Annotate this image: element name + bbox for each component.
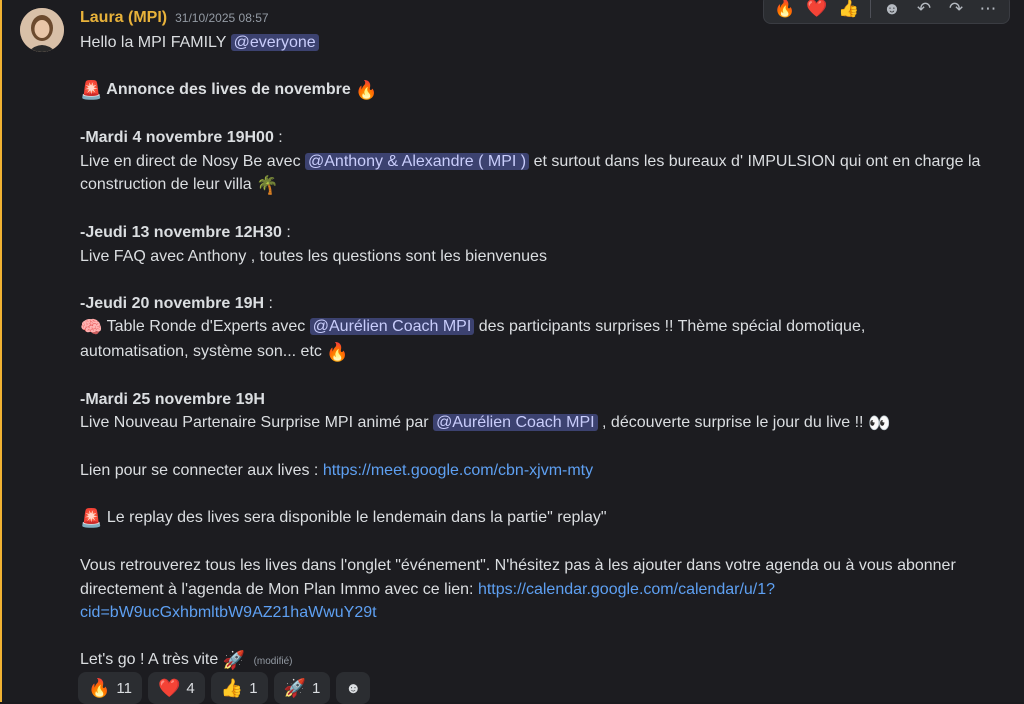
- event-2-description: Live FAQ avec Anthony , toutes les quest…: [80, 247, 547, 265]
- reaction-count: 1: [249, 679, 258, 697]
- aurelien-mention[interactable]: @Aurélien Coach MPI: [433, 414, 598, 431]
- calendar-paragraph-line3: cid=bW9ucGxhbmltbW9AZ21haWwuY29t: [80, 601, 1004, 625]
- timestamp: 31/10/2025 08:57: [175, 11, 269, 25]
- siren-icon: 🚨: [80, 508, 103, 529]
- replay-text: Le replay des lives sera disponible le l…: [102, 509, 607, 526]
- more-options-icon[interactable]: ⋯: [973, 0, 1003, 22]
- event-1-line2: construction de leur villa: [80, 176, 252, 193]
- event-1-date-line: -Mardi 4 novembre 19H00 :: [80, 126, 1004, 150]
- author-name[interactable]: Laura (MPI): [80, 9, 167, 27]
- thumbs-up-emoji-icon[interactable]: 👍: [834, 0, 864, 22]
- anthony-alexandre-mention[interactable]: @Anthony & Alexandre ( MPI ): [305, 152, 530, 170]
- siren-icon: 🚨: [80, 80, 103, 101]
- event-4-date-line: -Mardi 25 novembre 19H: [80, 388, 1004, 412]
- event-3-pre: Table Ronde d'Experts avec: [102, 318, 310, 335]
- event-3-description-line2: automatisation, système son... etc 🔥: [80, 340, 1004, 365]
- fire-icon: 🔥: [355, 80, 378, 101]
- heart-emoji-icon: ❤️: [158, 677, 181, 699]
- meet-link-label: Lien pour se connecter aux lives :: [80, 462, 323, 479]
- event-1-description-line2: construction de leur villa 🌴: [80, 173, 1004, 198]
- event-3-colon: :: [264, 294, 273, 312]
- message-actions-bar: 🔥 ❤️ 👍 ☻ ↶ ↷ ⋯: [763, 0, 1010, 24]
- calendar-paragraph-line1: Vous retrouverez tous les lives dans l'o…: [80, 557, 956, 574]
- event-4-date: -Mardi 25 novembre 19H: [80, 390, 265, 408]
- closing-text: Let's go ! A très vite: [80, 651, 219, 668]
- fire-emoji-icon: 🔥: [88, 677, 111, 699]
- rocket-emoji-icon: 🚀: [283, 677, 306, 699]
- divider: [870, 0, 871, 18]
- eyes-icon: 👀: [867, 413, 891, 434]
- announce-title: Annonce des lives de novembre: [106, 81, 351, 98]
- event-1-description: Live en direct de Nosy Be avec @Anthony …: [80, 150, 1004, 174]
- event-4-post: , découverte surprise le jour du live !!: [597, 414, 864, 431]
- thumbs-up-emoji-icon: 👍: [220, 677, 244, 699]
- avatar-image: [20, 8, 64, 52]
- calendar-link-part2[interactable]: cid=bW9ucGxhbmltbW9AZ21haWwuY29t: [80, 604, 377, 621]
- palm-tree-icon: 🌴: [256, 175, 279, 196]
- add-reaction-icon[interactable]: ☻: [877, 0, 907, 22]
- event-2-date: -Jeudi 13 novembre 12H30: [80, 224, 282, 241]
- reaction-heart[interactable]: ❤️ 4: [148, 672, 205, 704]
- event-3-date-line: -Jeudi 20 novembre 19H :: [80, 292, 1004, 316]
- event-4-pre: Live Nouveau Partenaire Surprise MPI ani…: [80, 414, 434, 431]
- replay-line: 🚨 Le replay des lives sera disponible le…: [80, 506, 1004, 531]
- forward-icon[interactable]: ↷: [941, 0, 971, 22]
- reaction-thumbs-up[interactable]: 👍 1: [210, 672, 268, 704]
- calendar-text: directement à l'agenda de Mon Plan Immo …: [80, 580, 478, 598]
- greeting-line: Hello la MPI FAMILY @everyone: [80, 31, 1004, 55]
- calendar-link-part1[interactable]: https://calendar.google.com/calendar/u/1…: [478, 581, 775, 598]
- event-1-post: et surtout dans les bureaux d' IMPULSION…: [529, 152, 981, 170]
- reaction-count: 1: [311, 679, 321, 697]
- brain-icon: 🧠: [80, 317, 103, 338]
- event-2-colon: :: [281, 224, 291, 241]
- event-3-description: 🧠 Table Ronde d'Experts avec @Aurélien C…: [80, 315, 1004, 340]
- meet-link[interactable]: https://meet.google.com/cbn-xjvm-mty: [323, 462, 593, 479]
- reply-icon[interactable]: ↶: [909, 0, 939, 22]
- event-2-date-line: -Jeudi 13 novembre 12H30 :: [80, 221, 1004, 245]
- meet-link-line: Lien pour se connecter aux lives : https…: [80, 459, 1004, 483]
- message: Laura (MPI) 31/10/2025 08:57 🔥 ❤️ 👍 ☻ ↶ …: [0, 0, 1024, 702]
- fire-emoji-icon[interactable]: 🔥: [770, 0, 800, 22]
- announce-title-line: 🚨 Annonce des lives de novembre 🔥: [80, 78, 1004, 103]
- event-1-colon: :: [273, 129, 283, 146]
- add-reaction-button[interactable]: ☻: [336, 672, 371, 704]
- heart-emoji-icon[interactable]: ❤️: [802, 0, 832, 22]
- event-3-post: des participants surprises !! Thème spéc…: [474, 318, 866, 335]
- edited-label: (modifié): [253, 656, 293, 667]
- avatar[interactable]: [20, 8, 64, 52]
- fire-icon: 🔥: [326, 341, 349, 363]
- reaction-count: 11: [116, 679, 132, 697]
- reaction-fire[interactable]: 🔥 11: [78, 672, 142, 704]
- reactions-bar: 🔥 11 ❤️ 4 👍 1 🚀 1 ☻: [78, 672, 371, 704]
- closing-line: Let's go ! A très vite 🚀 (modifié): [80, 648, 1004, 674]
- greeting-text: Hello la MPI FAMILY: [80, 34, 227, 51]
- add-reaction-icon: ☻: [345, 679, 362, 697]
- reaction-rocket[interactable]: 🚀 1: [273, 672, 331, 704]
- event-1-pre: Live en direct de Nosy Be avec: [80, 152, 306, 170]
- message-content: Hello la MPI FAMILY @everyone 🚨 Annonce …: [80, 31, 1004, 674]
- event-3-date: -Jeudi 20 novembre 19H: [80, 294, 265, 312]
- everyone-mention[interactable]: @everyone: [230, 34, 319, 51]
- aurelien-mention[interactable]: @Aurélien Coach MPI: [309, 318, 475, 335]
- rocket-icon: 🚀: [222, 650, 246, 671]
- reaction-count: 4: [186, 679, 195, 697]
- event-1-date: -Mardi 4 novembre 19H00: [80, 129, 274, 146]
- event-3-line2: automatisation, système son... etc: [80, 342, 322, 360]
- event-4-description: Live Nouveau Partenaire Surprise MPI ani…: [80, 411, 1004, 436]
- calendar-paragraph-line2: directement à l'agenda de Mon Plan Immo …: [80, 578, 1004, 602]
